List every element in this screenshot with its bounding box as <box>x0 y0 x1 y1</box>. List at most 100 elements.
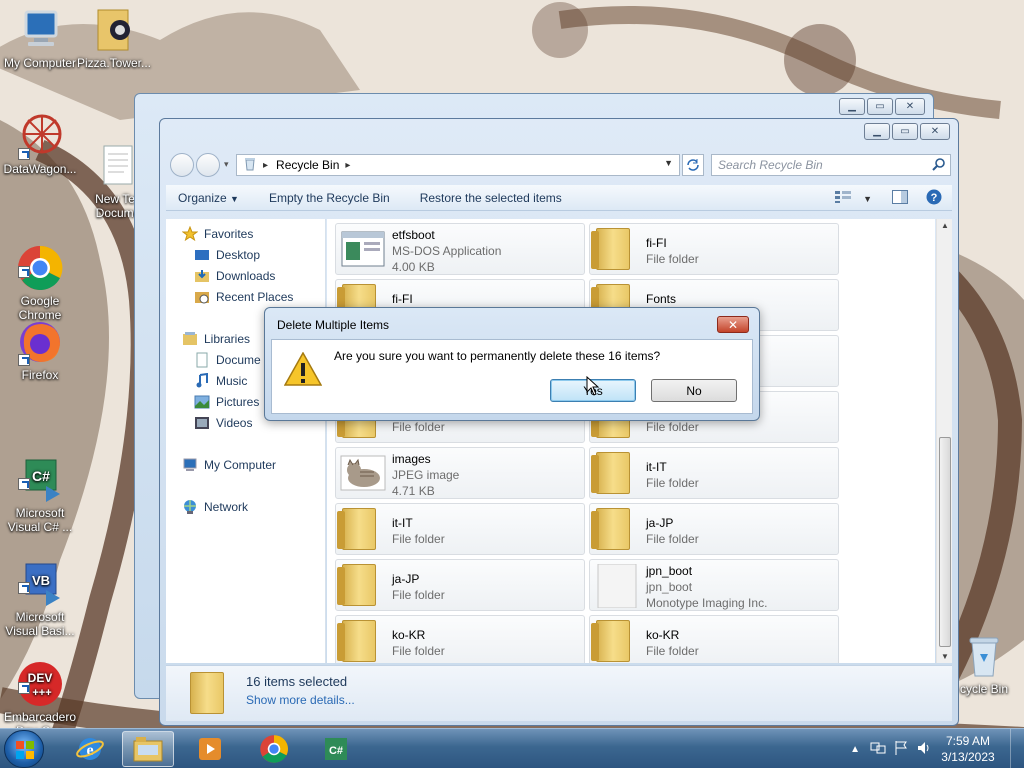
network-tray-icon[interactable] <box>870 740 886 759</box>
nav-network[interactable]: Network <box>182 497 248 517</box>
scrollbar-thumb[interactable] <box>939 437 951 647</box>
devcpp-icon: DEV +++ <box>16 646 64 706</box>
clock[interactable]: 7:59 AM 3/13/2023 <box>932 733 1004 765</box>
file-tile[interactable]: ko-KR File folder <box>335 615 585 663</box>
desktop-icon-pizza-tower[interactable]: Pizza.Tower... <box>74 6 154 70</box>
breadcrumb-separator-icon[interactable]: ▸ <box>263 160 268 171</box>
folder-icon <box>591 620 630 662</box>
nav-libraries[interactable]: Libraries <box>182 329 250 349</box>
dialog-message: Are you sure you want to permanently del… <box>334 349 661 363</box>
organize-menu[interactable]: Organize ▼ <box>178 191 239 205</box>
file-tile[interactable]: it-IT File folder <box>589 447 839 499</box>
nav-pictures[interactable]: Pictures <box>194 392 259 412</box>
address-dropdown-icon[interactable]: ▼ <box>664 158 673 168</box>
file-tile[interactable]: images JPEG image 4.71 KB <box>335 447 585 499</box>
folder-icon <box>133 737 163 762</box>
scroll-up-icon[interactable]: ▲ <box>941 221 949 230</box>
taskbar-media-player[interactable] <box>184 731 236 767</box>
scroll-down-icon[interactable]: ▼ <box>941 652 949 661</box>
restore-selected-button[interactable]: Restore the selected items <box>420 191 562 205</box>
no-button[interactable]: No <box>651 379 737 402</box>
file-tile[interactable]: ja-JP File folder <box>335 559 585 611</box>
file-name: Fonts <box>646 292 677 306</box>
nav-desktop[interactable]: Desktop <box>194 245 260 265</box>
taskbar-chrome[interactable] <box>248 731 300 767</box>
nav-favorites[interactable]: Favorites <box>181 224 253 244</box>
shortcut-arrow-icon <box>18 682 30 694</box>
windows-logo-icon <box>16 741 34 759</box>
preview-pane-icon[interactable] <box>892 190 908 207</box>
nav-videos[interactable]: Videos <box>194 413 252 433</box>
command-bar: Organize ▼ Empty the Recycle Bin Restore… <box>166 185 952 211</box>
vertical-scrollbar[interactable]: ▲ ▼ <box>936 219 952 663</box>
minimize-button[interactable]: ▁ <box>864 123 890 140</box>
file-tile[interactable]: it-IT File folder <box>335 503 585 555</box>
search-input[interactable]: Search Recycle Bin <box>711 154 951 176</box>
minimize-button[interactable]: ▁ <box>839 98 865 115</box>
file-name: images <box>392 452 431 466</box>
file-tile[interactable]: etfsboot MS-DOS Application 4.00 KB <box>335 223 585 275</box>
show-hidden-icons-chevron-icon[interactable]: ▲ <box>850 744 860 755</box>
desktop-icon-datawagon[interactable]: DataWagon... <box>0 112 80 176</box>
help-icon[interactable]: ? <box>926 189 942 208</box>
file-tile[interactable]: ja-JP File folder <box>589 503 839 555</box>
file-type: File folder <box>646 532 699 546</box>
shortcut-arrow-icon <box>18 478 30 490</box>
volume-icon[interactable] <box>916 740 932 759</box>
documents-icon <box>194 352 210 368</box>
shortcut-arrow-icon <box>18 354 30 366</box>
file-tile[interactable]: jpn_boot jpn_boot Monotype Imaging Inc. <box>589 559 839 611</box>
refresh-button[interactable] <box>682 154 704 176</box>
window-controls: ▁ ▭ ✕ <box>864 123 950 140</box>
action-center-flag-icon[interactable] <box>894 740 908 759</box>
nav-recent-places[interactable]: Recent Places <box>194 287 293 307</box>
maximize-button[interactable]: ▭ <box>867 98 893 115</box>
file-name: ko-KR <box>392 628 426 642</box>
taskbar-visual-csharp[interactable]: C# <box>310 731 362 767</box>
empty-recycle-bin-button[interactable]: Empty the Recycle Bin <box>269 191 390 205</box>
music-icon <box>194 372 210 389</box>
explorer-window[interactable]: ▁ ▭ ✕ ▾ ▸ Recycle Bin ▸ ▼ Search Recycle… <box>159 118 959 726</box>
search-icon[interactable] <box>932 158 946 175</box>
nav-label: Music <box>216 374 248 388</box>
show-desktop-button[interactable] <box>1010 729 1024 768</box>
dialog-close-button[interactable]: ✕ <box>717 316 749 333</box>
change-view-icon[interactable] <box>835 191 852 206</box>
nav-documents[interactable]: Docume <box>194 350 261 370</box>
downloads-icon <box>194 268 210 284</box>
nav-label: Recent Places <box>216 290 294 304</box>
close-button[interactable]: ✕ <box>895 98 925 115</box>
taskbar-internet-explorer[interactable]: e <box>64 731 116 767</box>
desktop-icon-label: Firefox <box>21 368 59 382</box>
maximize-button[interactable]: ▭ <box>892 123 918 140</box>
chrome-icon <box>16 230 64 290</box>
start-button[interactable] <box>4 730 44 768</box>
chevron-down-icon: ▼ <box>230 193 239 204</box>
desktop-icon-label: Pizza.Tower... <box>76 56 152 70</box>
nav-music[interactable]: Music <box>194 371 247 391</box>
back-button[interactable] <box>170 153 194 177</box>
file-name: ja-JP <box>392 572 420 586</box>
desktop-icon-firefox[interactable]: Firefox <box>0 318 80 382</box>
breadcrumb-recycle-bin[interactable]: Recycle Bin <box>276 158 339 172</box>
file-type: File folder <box>646 644 699 658</box>
nav-my-computer[interactable]: My Computer <box>182 455 276 475</box>
file-tile[interactable]: ko-KR File folder <box>589 615 839 663</box>
forward-button[interactable] <box>196 153 220 177</box>
nav-downloads[interactable]: Downloads <box>194 266 275 286</box>
recent-pages-chevron-icon[interactable]: ▾ <box>224 159 229 170</box>
view-dropdown-icon[interactable]: ▼ <box>863 194 872 204</box>
close-button[interactable]: ✕ <box>920 123 950 140</box>
folder-app-icon <box>90 6 138 54</box>
taskbar-explorer[interactable] <box>122 731 174 767</box>
desktop-icon-my-computer[interactable]: My Computer <box>0 6 80 70</box>
file-tile[interactable]: fi-FI File folder <box>589 223 839 275</box>
mouse-cursor-icon <box>586 376 600 396</box>
svg-text:C#: C# <box>32 468 50 484</box>
show-more-details-link[interactable]: Show more details... <box>246 693 355 707</box>
breadcrumb-separator-icon[interactable]: ▸ <box>345 160 350 171</box>
file-size: 4.71 KB <box>392 484 435 498</box>
selection-count: 16 items selected <box>246 674 348 689</box>
desktop-icon-visual-csharp[interactable]: C# Microsoft Visual C# ... <box>0 428 80 548</box>
address-bar[interactable]: ▸ Recycle Bin ▸ ▼ <box>236 154 680 176</box>
